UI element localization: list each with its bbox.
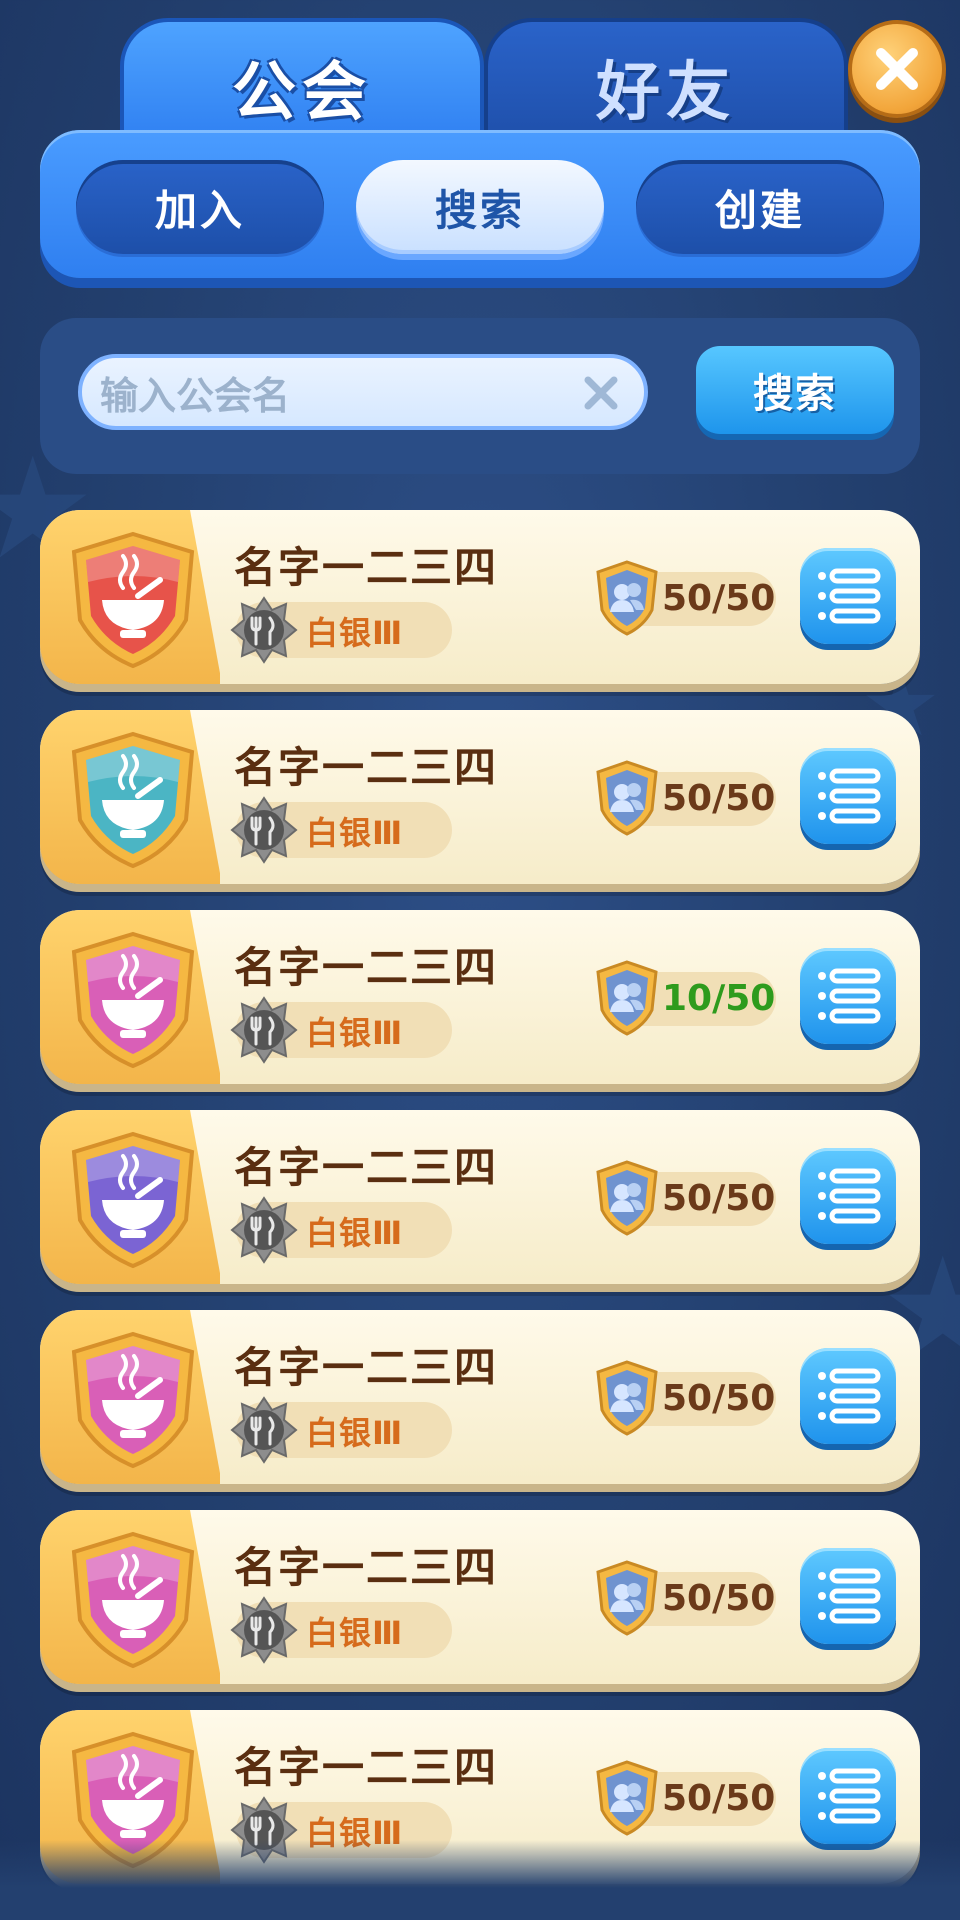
member-count-badge: 10/50 [596, 960, 776, 1036]
member-count-badge: 50/50 [596, 760, 776, 836]
member-count: 50/50 [662, 578, 776, 619]
rank-badge: 白银Ⅲ [230, 1196, 452, 1264]
rank-label: 白银Ⅲ [306, 1414, 404, 1452]
list-menu-icon [818, 1768, 881, 1824]
rank-badge: 白银Ⅲ [230, 596, 452, 664]
guild-detail-button[interactable] [800, 948, 896, 1044]
guild-name: 名字一二三四 [234, 1743, 499, 1792]
members-shield-icon [596, 1560, 658, 1636]
list-menu-icon [818, 568, 881, 624]
close-button[interactable] [848, 20, 946, 118]
member-count-badge: 50/50 [596, 1760, 776, 1836]
guild-name: 名字一二三四 [234, 1143, 499, 1192]
list-bottom-fade [0, 1840, 960, 1920]
rank-label: 白银Ⅲ [306, 1214, 404, 1252]
rank-badge: 白银Ⅲ [230, 996, 452, 1064]
list-menu-icon [818, 1168, 881, 1224]
rank-label: 白银Ⅲ [306, 614, 404, 652]
guild-name: 名字一二三四 [234, 743, 499, 792]
guild-emblem-bowl-icon [71, 1331, 195, 1469]
member-count: 50/50 [662, 1178, 776, 1219]
guild-emblem-bowl-icon [71, 1531, 195, 1669]
guild-emblem-bowl-icon [71, 931, 195, 1069]
guild-emblem-bowl-icon [71, 1131, 195, 1269]
guild-name-search-input[interactable]: 输入公会名 [78, 354, 648, 430]
list-menu-icon [818, 1368, 881, 1424]
list-menu-icon [818, 968, 881, 1024]
clear-input-icon[interactable] [576, 368, 626, 418]
member-count: 10/50 [662, 978, 776, 1019]
guild-row[interactable]: 名字一二三四 白银Ⅲ 10/50 [40, 910, 920, 1084]
guild-detail-button[interactable] [800, 1548, 896, 1644]
guild-name: 名字一二三四 [234, 543, 499, 592]
guild-row[interactable]: 名字一二三四 白银Ⅲ 50/50 [40, 1110, 920, 1284]
silver-rank-icon [230, 1196, 298, 1264]
members-shield-icon [596, 1160, 658, 1236]
rank-badge: 白银Ⅲ [230, 1596, 452, 1664]
members-shield-icon [596, 960, 658, 1036]
members-shield-icon [596, 560, 658, 636]
silver-rank-icon [230, 1596, 298, 1664]
join-tab-button[interactable]: 加入 [76, 160, 324, 254]
guild-row[interactable]: 名字一二三四 白银Ⅲ 50/50 [40, 1510, 920, 1684]
guild-row[interactable]: 名字一二三四 白银Ⅲ 50/50 [40, 1310, 920, 1484]
list-menu-icon [818, 1568, 881, 1624]
silver-rank-icon [230, 796, 298, 864]
rank-label: 白银Ⅲ [306, 814, 404, 852]
silver-rank-icon [230, 996, 298, 1064]
guild-detail-button[interactable] [800, 1348, 896, 1444]
member-count-badge: 50/50 [596, 1360, 776, 1436]
guild-detail-button[interactable] [800, 1148, 896, 1244]
members-shield-icon [596, 1760, 658, 1836]
guild-emblem-bowl-icon [71, 531, 195, 669]
members-shield-icon [596, 760, 658, 836]
search-button[interactable]: 搜索 [696, 346, 894, 434]
guild-detail-button[interactable] [800, 548, 896, 644]
member-count: 50/50 [662, 1778, 776, 1819]
member-count-badge: 50/50 [596, 1160, 776, 1236]
member-count: 50/50 [662, 778, 776, 819]
rank-label: 白银Ⅲ [306, 1014, 404, 1052]
guild-name: 名字一二三四 [234, 1343, 499, 1392]
close-x-icon [876, 48, 918, 90]
list-menu-icon [818, 768, 881, 824]
rank-label: 白银Ⅲ [306, 1614, 404, 1652]
guild-emblem-bowl-icon [71, 731, 195, 869]
member-count: 50/50 [662, 1378, 776, 1419]
rank-badge: 白银Ⅲ [230, 1396, 452, 1464]
member-count: 50/50 [662, 1578, 776, 1619]
guild-row[interactable]: 名字一二三四 白银Ⅲ 50/50 [40, 510, 920, 684]
silver-rank-icon [230, 596, 298, 664]
guild-name: 名字一二三四 [234, 1543, 499, 1592]
silver-rank-icon [230, 1396, 298, 1464]
sub-tab-bar: 加入 搜索 创建 [40, 130, 920, 278]
search-panel: 输入公会名 搜索 [40, 318, 920, 474]
member-count-badge: 50/50 [596, 1560, 776, 1636]
search-placeholder: 输入公会名 [100, 373, 291, 418]
members-shield-icon [596, 1360, 658, 1436]
member-count-badge: 50/50 [596, 560, 776, 636]
rank-badge: 白银Ⅲ [230, 796, 452, 864]
guild-detail-button[interactable] [800, 1748, 896, 1844]
guild-detail-button[interactable] [800, 748, 896, 844]
search-tab-button[interactable]: 搜索 [356, 160, 604, 254]
guild-name: 名字一二三四 [234, 943, 499, 992]
guild-row[interactable]: 名字一二三四 白银Ⅲ 50/50 [40, 710, 920, 884]
create-tab-button[interactable]: 创建 [636, 160, 884, 254]
